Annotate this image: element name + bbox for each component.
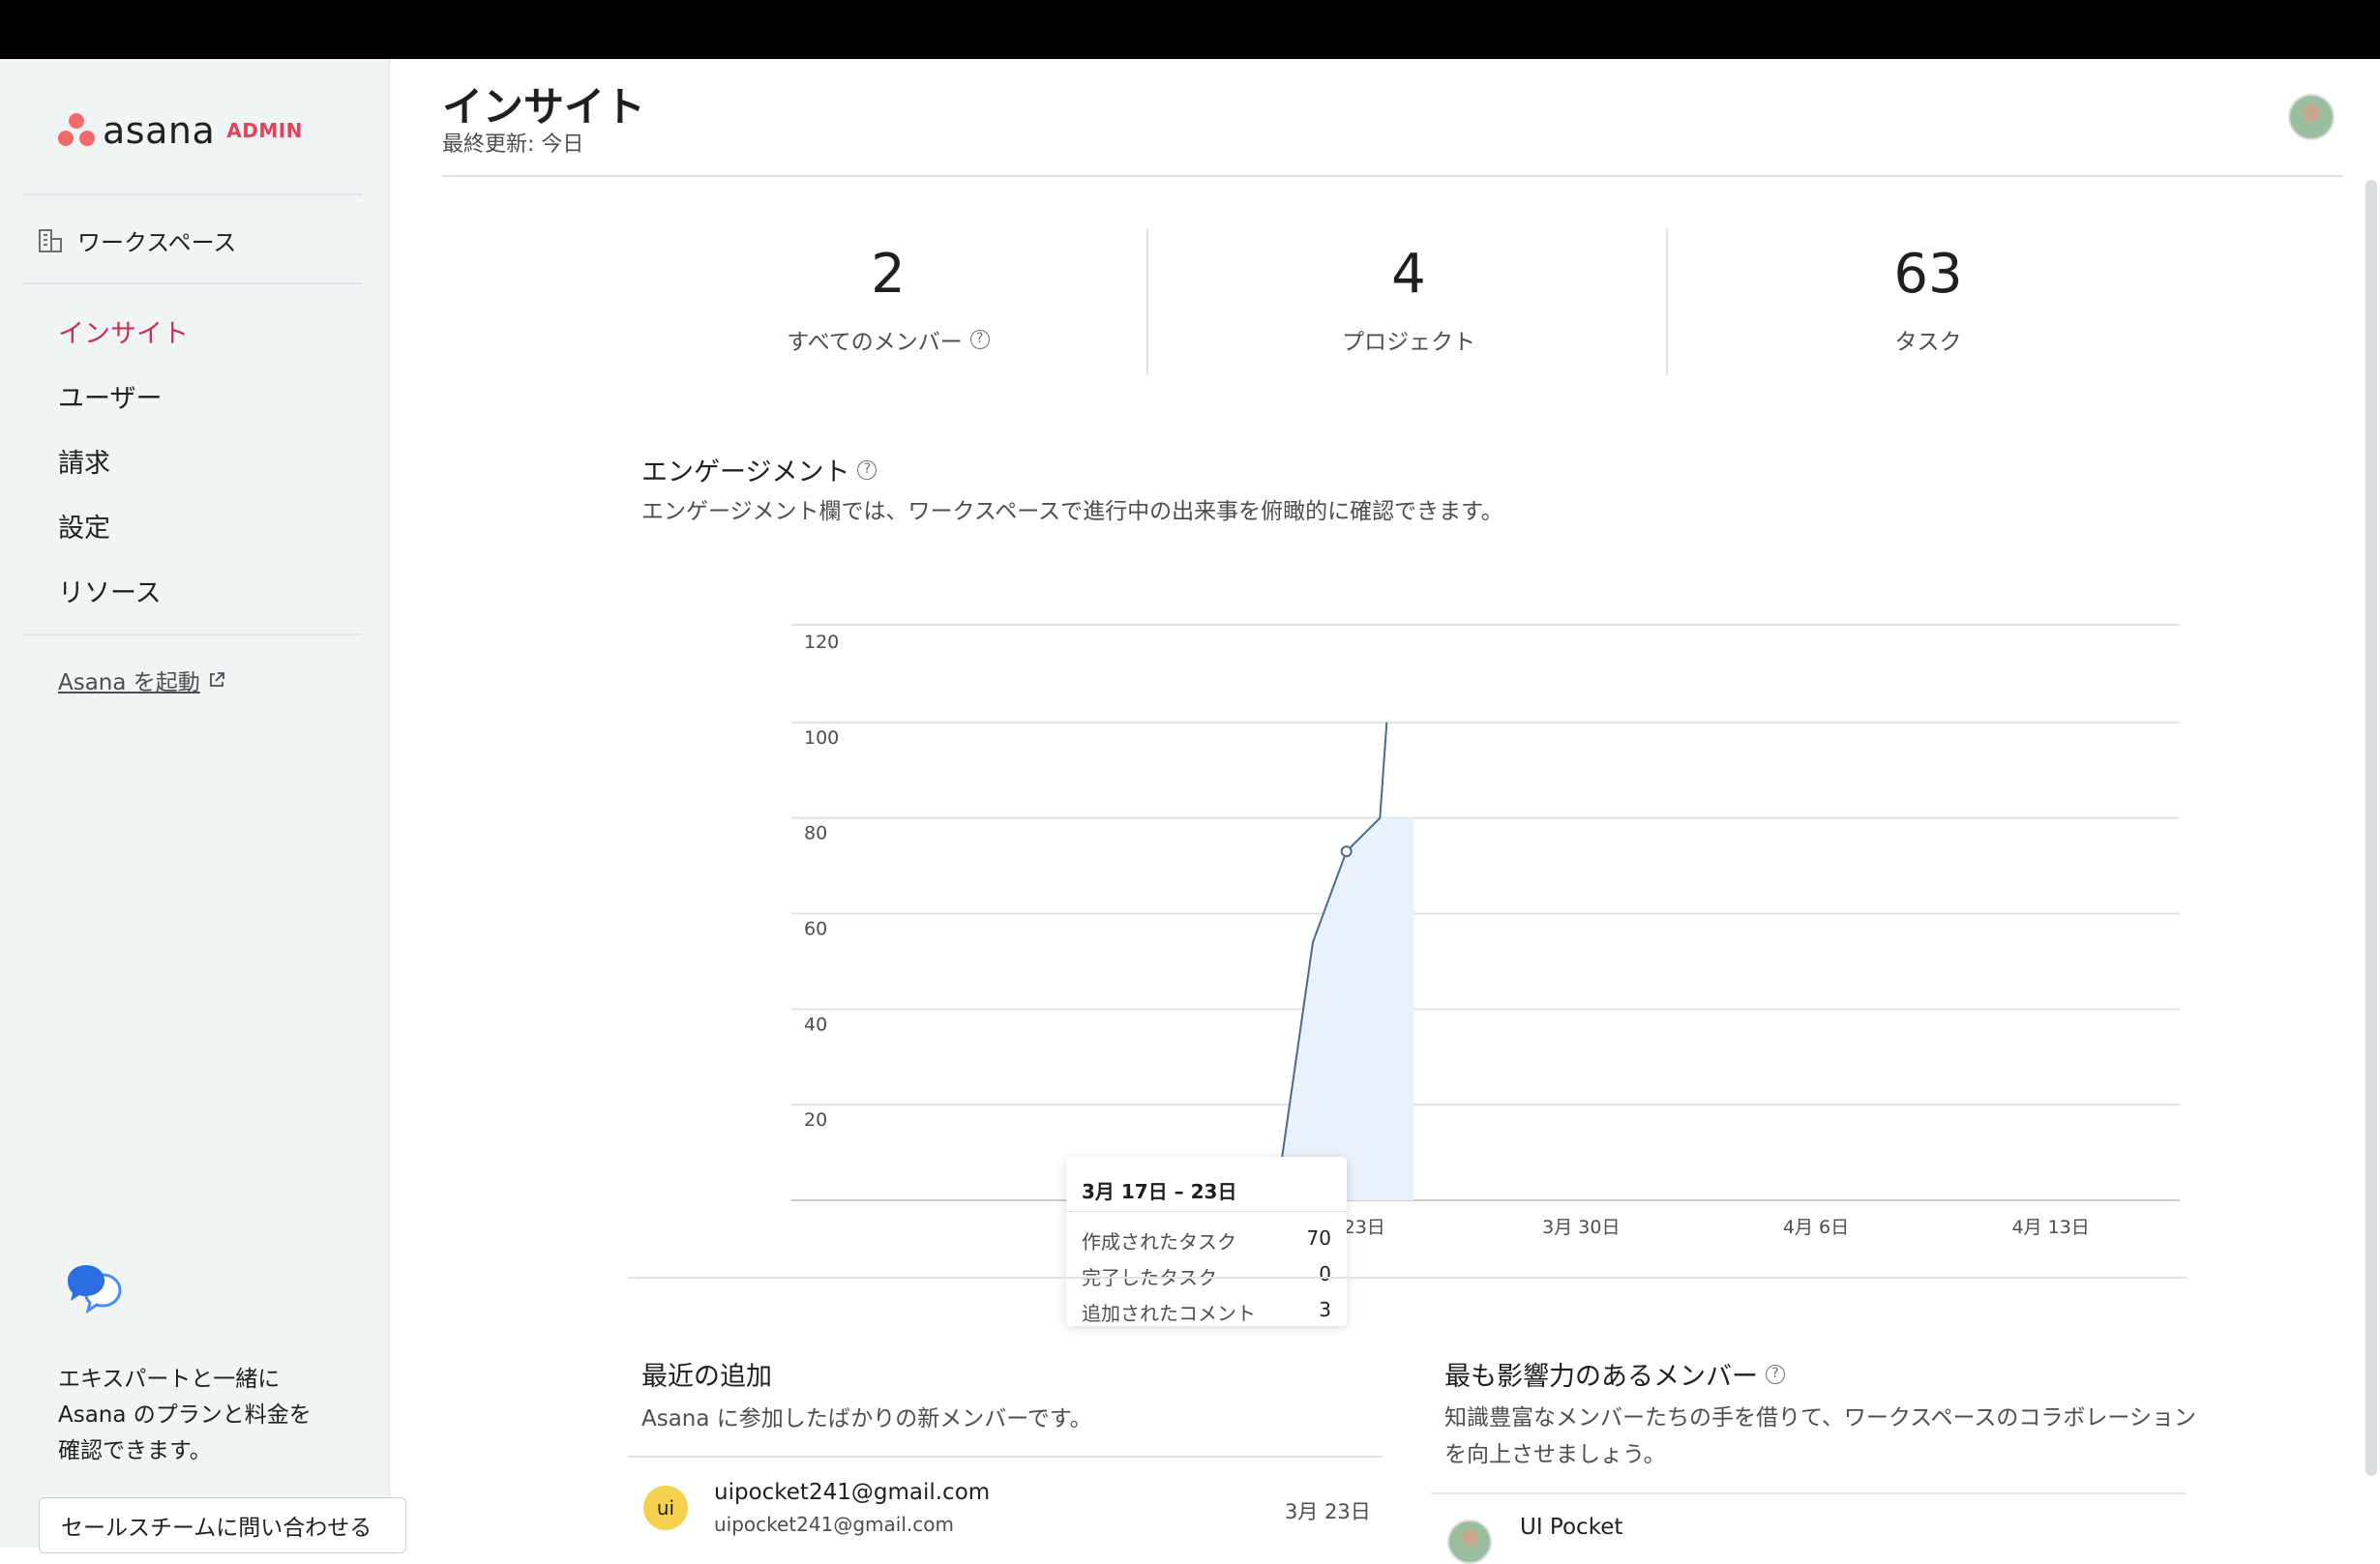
y-tick-label: 80 [804, 823, 827, 844]
external-link-icon [209, 672, 224, 687]
engagement-chart-svg: 120100806040203月 16日3月 23日3月 30日4月 6日4月 … [791, 624, 2180, 1238]
sales-promo-text: エキスパートと一緒に Asana のプランと料金を 確認できます。 [58, 1362, 368, 1469]
sidebar-item-workspace[interactable]: ワークスペース [37, 223, 236, 257]
asana-logo[interactable]: asana ADMIN [58, 109, 303, 152]
header-divider [442, 175, 2343, 177]
stat-label: プロジェクト [1149, 323, 1668, 356]
y-tick-label: 120 [804, 632, 839, 653]
tooltip-row-label: 追加されたコメント [1082, 1302, 1256, 1325]
member-email: uipocket241@gmail.com [714, 1513, 954, 1536]
stat-label: タスク [1669, 323, 2187, 356]
influential-title: 最も影響力のあるメンバー ? [1444, 1355, 1785, 1393]
tooltip-row: 追加されたコメント 3 [1082, 1298, 1331, 1326]
sidebar: asana ADMIN ワークスペース インサイト ユーザー 請求 設定 リソー… [0, 59, 406, 1553]
chart-tooltip: 3月 17日 – 23日 作成されたタスク 70 完了したタスク 0 追加された… [1066, 1157, 1347, 1326]
recent-description: Asana に参加したばかりの新メンバーです。 [641, 1406, 1092, 1431]
sidebar-item-billing[interactable]: 請求 [58, 442, 110, 480]
section-divider [628, 1277, 2187, 1279]
stat-divider [1666, 228, 1668, 375]
logo-admin-tag: ADMIN [226, 119, 303, 142]
asana-logo-icon [58, 113, 95, 148]
stat-label-text: プロジェクト [1342, 330, 1475, 355]
tooltip-divider [1066, 1211, 1347, 1212]
tooltip-row-value: 70 [1306, 1226, 1331, 1250]
y-tick-label: 20 [804, 1109, 827, 1131]
x-tick-label: 3月 30日 [1542, 1217, 1620, 1238]
member-name[interactable]: UI Pocket [1520, 1515, 1622, 1540]
stat-label-text: タスク [1894, 330, 1962, 355]
launch-asana-label: Asana を起動 [58, 670, 200, 695]
promo-line: エキスパートと一緒に [58, 1367, 281, 1392]
sidebar-item-users[interactable]: ユーザー [58, 377, 162, 415]
stat-label-text: すべてのメンバー [787, 330, 963, 355]
member-avatar[interactable]: ui [643, 1486, 688, 1530]
stat-value: 2 [871, 243, 906, 306]
recent-divider [628, 1456, 1383, 1458]
user-avatar[interactable] [2288, 94, 2335, 140]
stat-divider [1146, 228, 1148, 375]
data-point-highlight [1340, 845, 1353, 858]
x-tick-label: 4月 13日 [2012, 1217, 2090, 1238]
sidebar-item-label: ワークスペース [77, 229, 237, 256]
engagement-title-text: エンゲージメント [641, 457, 850, 487]
sidebar-item-insights[interactable]: インサイト [58, 312, 189, 350]
promo-line: 確認できます。 [58, 1438, 212, 1463]
scrollbar[interactable] [2365, 180, 2377, 1476]
launch-asana-link[interactable]: Asana を起動 [58, 664, 225, 696]
tooltip-row: 作成されたタスク 70 [1082, 1226, 1331, 1254]
stat-members: 2 すべてのメンバー ? [629, 243, 1147, 356]
help-icon[interactable]: ? [857, 459, 878, 480]
member-join-date: 3月 23日 [1285, 1500, 1371, 1523]
contact-sales-button[interactable]: セールスチームに問い合わせる [39, 1497, 406, 1553]
help-icon[interactable]: ? [969, 330, 990, 349]
main-content: インサイト 最終更新: 今日 2 すべてのメンバー ? 4 プロジェクト 63 … [390, 59, 2380, 1564]
member-name[interactable]: uipocket241@gmail.com [714, 1480, 990, 1505]
y-tick-label: 100 [804, 727, 839, 749]
page-title: インサイト [442, 83, 646, 131]
window-top-bar [0, 0, 2380, 59]
engagement-title: エンゲージメント ? [641, 451, 878, 488]
help-icon[interactable]: ? [1766, 1364, 1785, 1384]
engagement-description: エンゲージメント欄では、ワークスペースで進行中の出来事を俯瞰的に確認できます。 [641, 499, 1503, 524]
stat-value: 4 [1391, 243, 1426, 306]
member-avatar[interactable] [1447, 1520, 1492, 1564]
stat-value: 63 [1893, 243, 1963, 306]
engagement-chart: 120100806040203月 16日3月 23日3月 30日4月 6日4月 … [632, 562, 2180, 1326]
logo-wordmark: asana [103, 109, 216, 152]
sidebar-divider [23, 193, 362, 195]
tooltip-row-value: 3 [1319, 1298, 1331, 1321]
y-tick-label: 40 [804, 1014, 827, 1035]
building-icon [39, 228, 62, 252]
influential-divider [1431, 1492, 2186, 1494]
sidebar-divider [23, 282, 362, 284]
stat-tasks: 63 タスク [1669, 243, 2187, 356]
sidebar-item-resources[interactable]: リソース [58, 572, 162, 609]
x-tick-label: 4月 6日 [1783, 1217, 1849, 1238]
influential-title-text: 最も影響力のあるメンバー [1444, 1362, 1758, 1392]
recent-title: 最近の追加 [641, 1362, 772, 1392]
tooltip-title: 3月 17日 – 23日 [1082, 1180, 1237, 1203]
chat-bubbles-icon [68, 1265, 122, 1314]
sidebar-item-settings[interactable]: 設定 [58, 507, 110, 545]
last-updated-text: 最終更新: 今日 [442, 133, 584, 157]
stat-label: すべてのメンバー ? [629, 323, 1147, 356]
influential-description: 知識豊富なメンバーたちの手を借りて、ワークスペースのコラボレーションを向上させま… [1444, 1405, 2196, 1467]
promo-line: Asana のプランと料金を [58, 1402, 312, 1428]
stat-projects: 4 プロジェクト [1149, 243, 1668, 356]
y-tick-label: 60 [804, 919, 827, 940]
sidebar-divider [23, 634, 362, 635]
tooltip-row-label: 作成されたタスク [1082, 1230, 1236, 1254]
